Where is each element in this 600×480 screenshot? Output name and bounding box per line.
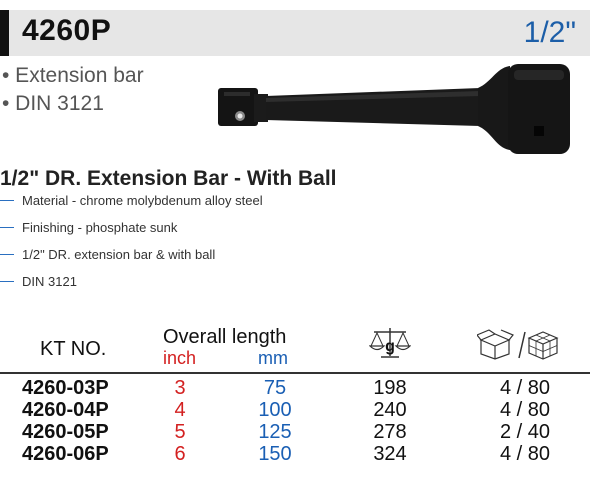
table-row: 4260-04P 4 100 240 4 / 80	[0, 399, 600, 421]
model-number: 4260P	[22, 14, 112, 47]
inch-header: inch	[163, 348, 197, 368]
length-inch: 4	[174, 399, 186, 421]
feature-text: Finishing - phosphate sunk	[22, 220, 178, 235]
length-mm: 100	[258, 399, 292, 421]
feature-dash	[0, 254, 14, 255]
feature-text: Material - chrome molybdenum alloy steel	[22, 193, 263, 208]
kt-no-header: KT NO.	[40, 338, 107, 360]
feature-item: Material - chrome molybdenum alloy steel	[0, 193, 263, 220]
summary-bullets: • Extension bar • DIN 3121	[2, 62, 144, 118]
spec-table-body: 4260-03P 3 75 198 4 / 80 4260-04P 4 100 …	[0, 377, 600, 465]
scale-g-icon: g	[369, 328, 411, 358]
feature-item: 1/2" DR. extension bar & with ball	[0, 247, 263, 274]
table-row: 4260-06P 6 150 324 4 / 80	[0, 443, 600, 465]
header-band: 4260P 1/2"	[0, 10, 590, 56]
weight-g: 198	[373, 377, 407, 399]
mm-header: mm	[258, 348, 288, 368]
kt-number: 4260-04P	[22, 399, 109, 421]
packing: 4 / 80	[499, 399, 551, 421]
feature-text: DIN 3121	[22, 274, 77, 289]
box-cube-icon	[477, 329, 559, 360]
feature-text: 1/2" DR. extension bar & with ball	[22, 247, 216, 262]
length-mm: 125	[258, 421, 292, 443]
table-row: 4260-05P 5 125 278 2 / 40	[0, 421, 600, 443]
feature-dash	[0, 281, 14, 282]
kt-number: 4260-03P	[22, 377, 109, 399]
table-header: KT NO. Overall length inch mm g	[0, 326, 600, 370]
feature-item: DIN 3121	[0, 274, 263, 301]
weight-g: 240	[373, 399, 407, 421]
table-row: 4260-03P 3 75 198 4 / 80	[0, 377, 600, 399]
weight-g: 278	[373, 421, 407, 443]
table-divider	[0, 372, 590, 374]
extension-bar-image	[218, 64, 570, 154]
drive-size: 1/2"	[523, 16, 576, 49]
feature-list: Material - chrome molybdenum alloy steel…	[0, 193, 263, 301]
length-mm: 150	[258, 443, 292, 465]
kt-number: 4260-05P	[22, 421, 109, 443]
weight-g: 324	[373, 443, 407, 465]
bullet-item: • Extension bar	[2, 64, 144, 87]
length-mm: 75	[263, 377, 287, 399]
product-title: 1/2" DR. Extension Bar - With Ball	[0, 167, 337, 190]
packing: 4 / 80	[499, 377, 551, 399]
length-inch: 3	[174, 377, 186, 399]
length-inch: 5	[174, 421, 186, 443]
weight-unit: g	[385, 338, 395, 355]
feature-item: Finishing - phosphate sunk	[0, 220, 263, 247]
header-accent-bar	[0, 10, 9, 56]
packing: 4 / 80	[499, 443, 551, 465]
bullet-item: • DIN 3121	[2, 92, 104, 115]
feature-dash	[0, 200, 14, 201]
packing: 2 / 40	[499, 421, 551, 443]
length-inch: 6	[174, 443, 186, 465]
kt-number: 4260-06P	[22, 443, 109, 465]
feature-dash	[0, 227, 14, 228]
overall-length-header: Overall length	[163, 326, 287, 348]
